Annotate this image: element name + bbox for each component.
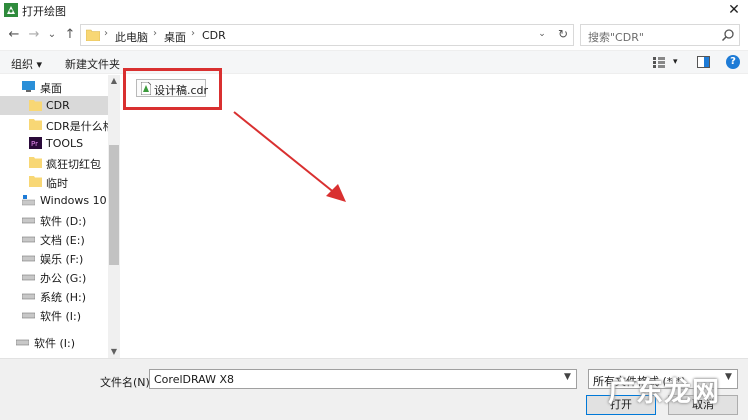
drive-icon [16,339,29,346]
folder-icon [29,176,42,187]
sidebar-item-label: 系统 (H:) [40,291,87,304]
sidebar-item-label: 文档 (E:) [40,234,85,247]
sidebar-item-label: 娱乐 (F:) [40,253,84,266]
file-list-area[interactable] [122,75,748,358]
drive-icon [22,217,35,224]
sidebar-item-label: CDR [46,99,70,112]
command-toolbar: 组织 ▾ 新建文件夹 ▾ ? [0,50,748,74]
sidebar-item-windows-c[interactable]: Windows 10 (C [0,191,108,210]
address-row: ← → ⌄ ↑ › 此电脑 › 桌面 › CDR ⌄ ↻ 搜索"CDR" [0,22,748,48]
navigation-pane: 桌面 CDR CDR是什么格式 Pr TOOLS 疯狂切红包 临时 Window… [0,75,120,358]
sidebar-item-cdr-format[interactable]: CDR是什么格式 [0,115,108,134]
search-icon [721,29,734,42]
breadcrumb-item-cdr[interactable]: CDR [202,29,226,42]
sidebar-item-drive-i[interactable]: 软件 (I:) [0,305,108,324]
help-button[interactable]: ? [726,55,740,69]
breadcrumb-item-this-pc[interactable]: 此电脑 [115,29,148,45]
preview-pane-icon[interactable] [697,56,710,68]
address-dropdown-button[interactable]: ⌄ [535,29,549,39]
sidebar-item-drive-h[interactable]: 系统 (H:) [0,286,108,305]
forward-button[interactable]: → [26,26,42,44]
breadcrumb-separator: › [191,28,195,39]
sidebar-item-drive-f[interactable]: 娱乐 (F:) [0,248,108,267]
sidebar-item-desktop[interactable]: 桌面 [0,77,108,96]
filename-dropdown-icon[interactable]: ▼ [564,372,571,382]
premiere-icon: Pr [29,137,42,149]
new-folder-button[interactable]: 新建文件夹 [65,56,120,72]
sidebar-item-label: Windows 10 (C [40,194,108,207]
annotation-arrow-icon [233,111,346,202]
folder-icon [29,157,42,168]
annotation-box-file [123,68,222,110]
sidebar-item-label: 软件 (D:) [40,215,87,228]
close-button[interactable]: ✕ [720,0,748,20]
sidebar-item-tools[interactable]: Pr TOOLS [0,134,108,153]
breadcrumb-item-desktop[interactable]: 桌面 [164,29,186,45]
sidebar-item-drive-g[interactable]: 办公 (G:) [0,267,108,286]
scroll-thumb[interactable] [109,145,119,265]
drive-icon [22,255,35,262]
view-options-icon[interactable] [653,57,665,68]
up-button[interactable]: ↑ [62,26,78,44]
folder-icon [86,29,100,41]
sidebar-item-label: 软件 (I:) [34,337,76,350]
folder-icon [29,100,42,111]
sidebar-item-cdr[interactable]: CDR [0,96,108,115]
search-input[interactable]: 搜索"CDR" [588,29,644,45]
refresh-button[interactable]: ↻ [555,27,571,41]
drive-icon [22,236,35,243]
sidebar-item-network-drive-i[interactable]: 软件 (I:) [0,332,108,351]
sidebar-item-label: TOOLS [46,137,84,150]
breadcrumb-separator: › [104,28,108,39]
sidebar-item-label: 疯狂切红包 [46,158,101,171]
organize-menu[interactable]: 组织 ▾ [11,56,42,72]
drive-icon [22,293,35,300]
recent-locations-button[interactable]: ⌄ [44,26,60,44]
sidebar-item-drive-d[interactable]: 软件 (D:) [0,210,108,229]
sidebar-item-label: CDR是什么格式 [46,120,108,133]
sidebar-scrollbar[interactable]: ▲ ▼ [108,75,120,358]
window-title: 打开绘图 [22,5,66,18]
svg-text:Pr: Pr [31,140,38,148]
title-bar: 打开绘图 ✕ [0,0,748,20]
sidebar-item-temp[interactable]: 临时 [0,172,108,191]
desktop-icon [22,81,35,92]
sidebar-item-label: 桌面 [40,82,62,95]
back-button[interactable]: ← [6,26,22,44]
filename-label: 文件名(N): [100,376,154,389]
watermark-text: 广东龙网 [608,377,720,408]
drive-icon [22,312,35,319]
windows-drive-icon [22,195,35,206]
folder-icon [29,119,42,130]
coreldraw-app-icon [4,3,18,17]
search-box[interactable]: 搜索"CDR" [580,24,740,46]
sidebar-item-red-envelope[interactable]: 疯狂切红包 [0,153,108,172]
scroll-down-arrow-icon[interactable]: ▼ [108,346,120,358]
filename-input[interactable]: CorelDRAW X8 [149,369,577,389]
scroll-up-arrow-icon[interactable]: ▲ [108,75,120,87]
sidebar-item-label: 临时 [46,177,68,190]
sidebar-item-label: 办公 (G:) [40,272,87,285]
breadcrumb-separator: › [153,28,157,39]
file-type-dropdown-icon[interactable]: ▼ [725,372,732,382]
drive-icon [22,274,35,281]
address-bar[interactable]: › 此电脑 › 桌面 › CDR ⌄ ↻ [80,24,574,46]
sidebar-item-label: 软件 (I:) [40,310,82,323]
view-dropdown-button[interactable]: ▾ [673,57,678,67]
sidebar-item-drive-e[interactable]: 文档 (E:) [0,229,108,248]
